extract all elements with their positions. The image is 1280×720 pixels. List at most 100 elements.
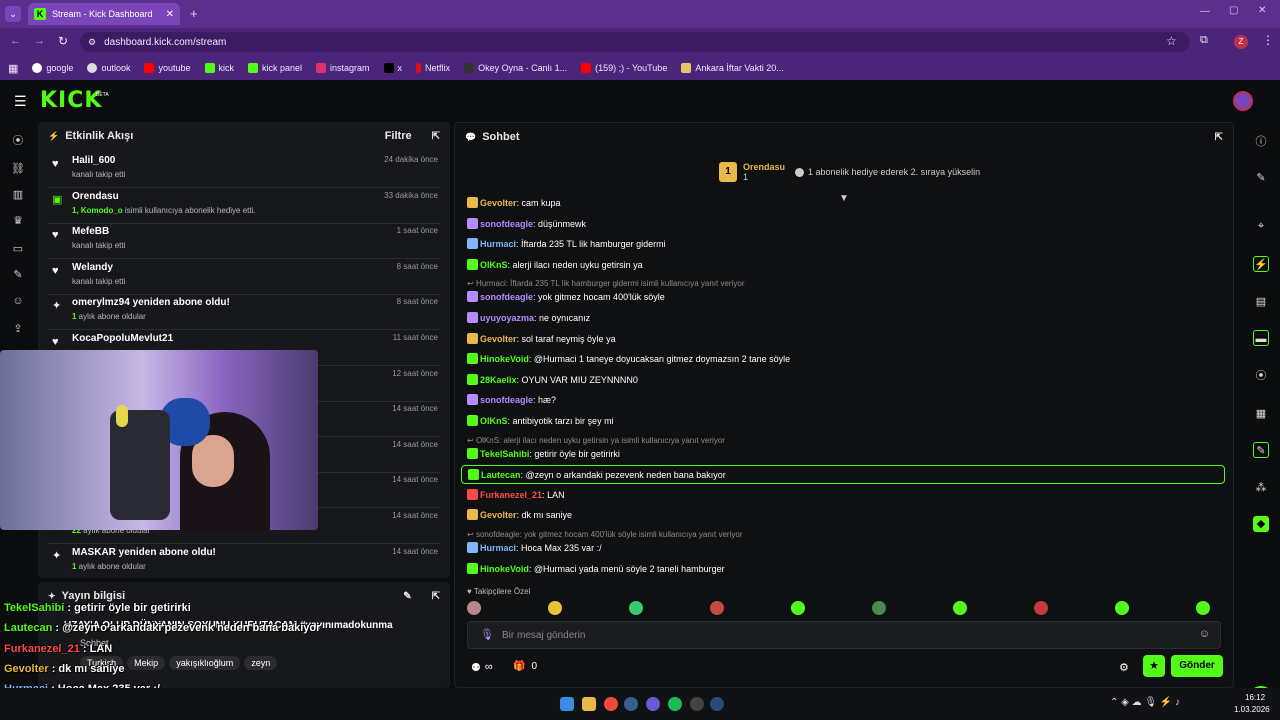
chat-message[interactable]: 28Kaelix: OYUN VAR MIU ZEYNNNN0 — [467, 373, 638, 385]
tag-pill[interactable]: yakışıklıoğlum — [169, 656, 241, 670]
bookmark-outlook[interactable]: outlook — [87, 63, 130, 73]
bookmark-youtube[interactable]: youtube — [144, 63, 191, 73]
menu-dots-icon[interactable]: ⋮ — [1262, 33, 1274, 47]
tab-kick-dashboard[interactable]: K Stream - Kick Dashboard ✕ — [28, 3, 180, 25]
emoji-picker-icon[interactable]: ☺ — [1199, 628, 1210, 640]
chat-message[interactable]: Gevolter: cam kupa — [467, 197, 561, 208]
bookmark-x[interactable]: x — [383, 63, 402, 73]
bookmark-star-icon[interactable]: ☆ — [1166, 34, 1177, 48]
printer-icon[interactable]: ▦ — [1253, 406, 1269, 422]
discord-icon[interactable] — [646, 697, 660, 711]
hamburger-menu-icon[interactable]: ☰ — [14, 93, 27, 110]
close-tab-icon[interactable]: ✕ — [166, 9, 174, 20]
chat-input-placeholder[interactable]: Bir mesaj gönderin — [502, 630, 585, 641]
chat-username[interactable]: OlKnS — [480, 260, 508, 270]
emote-icon[interactable] — [1196, 601, 1210, 615]
emote-icon[interactable] — [791, 601, 805, 615]
bookmark-instagram[interactable]: instagram — [316, 63, 370, 73]
chat-message[interactable]: Hurmaci: Hoca Max 235 var :/ — [467, 542, 602, 553]
chat-username[interactable]: Hurmaci — [480, 239, 516, 249]
emote-icon[interactable] — [710, 601, 724, 615]
chat-username[interactable]: Hurmaci — [480, 543, 516, 553]
file-explorer-icon[interactable] — [582, 697, 596, 711]
emote-icon[interactable] — [629, 601, 643, 615]
emote-icon[interactable] — [1115, 601, 1129, 615]
send-button[interactable]: Gönder — [1171, 655, 1223, 677]
tag-pill[interactable]: Mekip — [127, 656, 166, 670]
rewards-icon[interactable]: ★ — [1143, 655, 1165, 677]
analytics-icon[interactable]: ▥ — [11, 188, 25, 202]
reload-icon[interactable]: ↻ — [58, 34, 68, 48]
chat-username[interactable]: OlKnS — [480, 416, 508, 426]
chat-settings-icon[interactable]: ⚙ — [1119, 661, 1129, 674]
trophy-icon[interactable]: ♛ — [11, 214, 25, 228]
emote-icon[interactable] — [953, 601, 967, 615]
chat-message[interactable]: OlKnS: alerji ilacı neden uyku getirsin … — [467, 258, 643, 270]
steam-icon[interactable] — [624, 697, 638, 711]
bookmark-kick-panel[interactable]: kick panel — [248, 63, 302, 73]
chat-username[interactable]: sonofdeagle — [480, 292, 533, 302]
activity-item[interactable]: ✦ omerylmz94 yeniden abone oldu! 1 aylık a… — [48, 294, 440, 331]
chat-username[interactable]: sonofdeagle — [480, 219, 533, 229]
points-display[interactable]: ⚉ ∞ — [471, 661, 493, 674]
forward-icon[interactable]: → — [34, 35, 45, 47]
bookmark-okey[interactable]: Okey Oyna - Canlı 1... — [464, 63, 567, 73]
activity-item[interactable]: ▣ Orendasu 1, Komodo_o isimli kullanıcıya … — [48, 188, 440, 224]
link-icon[interactable]: ⛓ — [11, 162, 25, 176]
chat-message[interactable]: Lautecan: @zeyn o arkandaki pezevenk ned… — [461, 465, 1225, 485]
chat-message[interactable]: sonofdeagle: yok gitmez hocam 400'lük sö… — [467, 291, 665, 303]
chat-input-box[interactable]: 🎙 Bir mesaj gönderin ☺ — [467, 621, 1221, 649]
site-info-icon[interactable]: ⚙ — [88, 37, 96, 48]
broadcast-icon[interactable]: ⦿ — [1253, 368, 1269, 384]
chat-message[interactable]: HinokeVoid: @Hurmaci 1 taneye doyucaksan… — [467, 353, 790, 365]
users-icon[interactable]: ☺ — [11, 294, 25, 308]
share-icon[interactable]: ⁂ — [1253, 480, 1269, 496]
url-field[interactable]: ⚙ dashboard.kick.com/stream — [80, 32, 1190, 52]
close-window-icon[interactable]: ✕ — [1258, 5, 1266, 16]
popout-icon[interactable]: ⇱ — [432, 131, 440, 142]
info-icon[interactable]: ⓘ — [1253, 134, 1269, 150]
start-icon[interactable] — [560, 697, 574, 711]
chat-message[interactable]: OlKnS: antibiyotik tarzı bir şey mi — [467, 415, 614, 426]
bookmark-kick[interactable]: kick — [204, 63, 234, 73]
chat-username[interactable]: Gevolter — [480, 334, 517, 344]
chat-message[interactable]: Furkanezel_21: LAN — [467, 488, 565, 500]
steam-app-icon[interactable] — [710, 697, 724, 711]
microphone-icon[interactable]: 🎙 — [480, 628, 494, 641]
bookmark-ankara-iftar[interactable]: Ankara İftar Vakti 20... — [681, 63, 784, 73]
chat-icon[interactable]: ▬ — [1253, 330, 1269, 346]
gift-prompt[interactable]: 1 abonelik hediye ederek 2. sıraya yükse… — [795, 167, 980, 177]
emote-icon[interactable] — [1034, 601, 1048, 615]
chat-username[interactable]: Furkanezel_21 — [480, 490, 542, 500]
wrench-icon[interactable]: ✎ — [1253, 442, 1269, 458]
notes-icon[interactable]: ▤ — [1253, 294, 1269, 310]
chat-username[interactable]: uyuyoyazma — [480, 313, 534, 323]
chat-username[interactable]: Gevolter — [480, 510, 517, 520]
bookmark-youtube-159[interactable]: (159) ;) - YouTube — [581, 63, 667, 73]
obs-icon[interactable] — [690, 697, 704, 711]
kick-logo[interactable]: KICK — [40, 88, 102, 113]
wrench-icon[interactable]: ✎ — [11, 268, 25, 282]
chat-username[interactable]: Lautecan — [481, 470, 521, 480]
chat-username[interactable]: Gevolter — [480, 198, 517, 208]
apps-grid-icon[interactable]: ▦ — [8, 62, 18, 75]
broadcast-icon[interactable]: ⦿ — [11, 134, 25, 148]
tab-list-button[interactable]: ⌄ — [5, 6, 21, 22]
chat-message[interactable]: HinokeVoid: @Hurmaci yada menü söyle 2 t… — [467, 562, 725, 574]
screenshot-icon[interactable]: ⌖ — [1253, 218, 1269, 234]
activity-item[interactable]: ♥ Halil_600 kanalı takip etti 24 dakika önc… — [48, 152, 440, 188]
upload-icon[interactable]: ⇪ — [11, 322, 25, 336]
activity-item[interactable]: ♥ MefeBB kanalı takip etti 1 saat önce — [48, 223, 440, 260]
video-icon[interactable]: ▭ — [11, 242, 25, 256]
chat-message[interactable]: sonofdeagle: hæ? — [467, 394, 556, 406]
kick-pet-icon[interactable]: ◆ — [1253, 516, 1269, 532]
minimize-icon[interactable]: — — [1200, 6, 1210, 17]
edit-icon[interactable]: ✎ — [1253, 170, 1269, 186]
emote-icon[interactable] — [467, 601, 481, 615]
chat-username[interactable]: TekelSahibi — [480, 449, 529, 459]
activity-item[interactable]: ♥ Welandy kanalı takip etti 8 saat önce — [48, 259, 440, 295]
chat-message[interactable]: sonofdeagle: düşünmewk — [467, 217, 586, 229]
lightning-icon[interactable]: ⚡ — [1253, 256, 1269, 272]
chat-username[interactable]: 28Kaelix — [480, 375, 517, 385]
chat-message[interactable]: TekelSahibi: getirir öyle bir getirirki — [467, 447, 620, 459]
